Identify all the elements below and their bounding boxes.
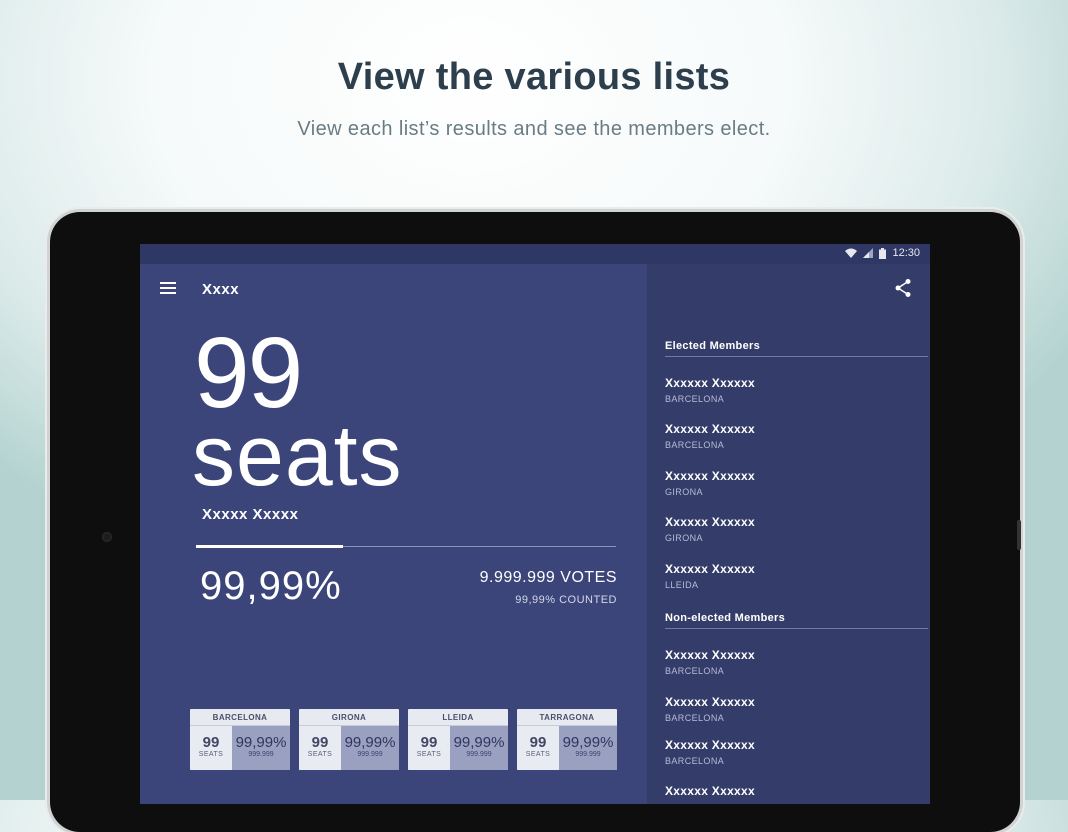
app-screen: 12:30 Xxxx 99 seats Xxxxx Xxxxx 99,99% 9… — [140, 244, 930, 804]
member-city: GIRONA — [665, 487, 703, 497]
member-name: Xxxxxx Xxxxxx — [665, 422, 755, 436]
region-seats-label: SEATS — [198, 751, 224, 758]
members-panel: Elected Members Xxxxxx Xxxxxx BARCELONA X… — [647, 264, 930, 804]
list-item[interactable]: Xxxxxx Xxxxxx BARCELONA — [665, 648, 755, 676]
region-seats: 99 — [202, 734, 220, 751]
region-name: LLEIDA — [408, 709, 508, 726]
non-elected-members-heading: Non-elected Members — [665, 612, 786, 624]
region-seats-label: SEATS — [307, 751, 333, 758]
list-item[interactable]: Xxxxxx Xxxxxx GIRONA — [665, 515, 755, 543]
list-name: Xxxxx Xxxxx — [202, 506, 299, 523]
region-votes: 999.999 — [466, 751, 492, 758]
region-percent: 99,99% — [453, 734, 505, 751]
seats-label: seats — [192, 408, 403, 504]
region-seats: 99 — [529, 734, 547, 751]
region-seats: 99 — [311, 734, 329, 751]
vote-total: 9.999.999 VOTES — [479, 569, 617, 586]
counted-percent: 99,99% COUNTED — [515, 594, 617, 606]
menu-icon[interactable] — [160, 282, 176, 294]
vote-percent: 99,99% — [200, 564, 342, 608]
count-progress-fill — [196, 545, 343, 548]
member-name: Xxxxxx Xxxxxx — [665, 784, 755, 798]
member-city: BARCELONA — [665, 394, 725, 404]
region-seats: 99 — [420, 734, 438, 751]
region-card-tarragona[interactable]: TARRAGONA 99 SEATS 99,99% 999.999 — [517, 709, 617, 770]
member-name: Xxxxxx Xxxxxx — [665, 376, 755, 390]
region-percent: 99,99% — [562, 734, 614, 751]
member-city: BARCELONA — [665, 666, 725, 676]
signal-icon — [863, 248, 874, 258]
region-seats-label: SEATS — [416, 751, 442, 758]
region-seats-label: SEATS — [525, 751, 551, 758]
list-item[interactable]: Xxxxxx Xxxxxx BARCELONA — [665, 695, 755, 723]
battery-icon — [879, 247, 887, 259]
share-icon[interactable] — [894, 278, 912, 298]
elected-members-heading: Elected Members — [665, 340, 760, 352]
tablet-power-button — [270, 207, 380, 211]
member-name: Xxxxxx Xxxxxx — [665, 469, 755, 483]
member-city: LLEIDA — [665, 580, 699, 590]
member-name: Xxxxxx Xxxxxx — [665, 562, 755, 576]
region-card-lleida[interactable]: LLEIDA 99 SEATS 99,99% 999.999 — [408, 709, 508, 770]
region-percent: 99,99% — [235, 734, 287, 751]
member-name: Xxxxxx Xxxxxx — [665, 515, 755, 529]
list-item[interactable]: Xxxxxx Xxxxxx BARCELONA — [665, 376, 755, 404]
tablet-side-button — [1017, 520, 1021, 550]
region-card-girona[interactable]: GIRONA 99 SEATS 99,99% 999.999 — [299, 709, 399, 770]
member-city: BARCELONA — [665, 440, 725, 450]
region-name: TARRAGONA — [517, 709, 617, 726]
divider — [665, 356, 928, 357]
promo-headline: View the various lists — [337, 56, 731, 98]
member-city: GIRONA — [665, 533, 703, 543]
member-name: Xxxxxx Xxxxxx — [665, 695, 755, 709]
seats-number: 99 — [194, 317, 303, 429]
member-name: Xxxxxx Xxxxxx — [665, 648, 755, 662]
camera-icon — [102, 532, 112, 542]
list-item[interactable]: Xxxxxx Xxxxxx — [665, 784, 755, 802]
region-percent: 99,99% — [344, 734, 396, 751]
app-title: Xxxx — [202, 281, 240, 298]
member-name: Xxxxxx Xxxxxx — [665, 738, 755, 752]
region-votes: 999.999 — [248, 751, 274, 758]
count-progress-bar — [196, 545, 616, 548]
status-time: 12:30 — [892, 247, 920, 259]
wifi-icon — [845, 248, 858, 258]
region-votes: 999.999 — [575, 751, 601, 758]
region-name: BARCELONA — [190, 709, 290, 726]
promo-subline: View each list’s results and see the mem… — [297, 118, 771, 140]
list-item[interactable]: Xxxxxx Xxxxxx BARCELONA — [665, 422, 755, 450]
list-results-panel: Xxxx 99 seats Xxxxx Xxxxx 99,99% 9.999.9… — [140, 264, 647, 804]
list-item[interactable]: Xxxxxx Xxxxxx GIRONA — [665, 469, 755, 497]
tablet-volume-button — [198, 207, 240, 211]
region-card-barcelona[interactable]: BARCELONA 99 SEATS 99,99% 999.999 — [190, 709, 290, 770]
member-city: BARCELONA — [665, 756, 725, 766]
region-name: GIRONA — [299, 709, 399, 726]
region-votes: 999.999 — [357, 751, 383, 758]
member-city: BARCELONA — [665, 713, 725, 723]
region-cards: BARCELONA 99 SEATS 99,99% 999.999 GIRONA 9… — [190, 709, 617, 770]
list-item[interactable]: Xxxxxx Xxxxxx LLEIDA — [665, 562, 755, 590]
divider — [665, 628, 928, 629]
status-bar: 12:30 — [140, 244, 930, 264]
list-item[interactable]: Xxxxxx Xxxxxx BARCELONA — [665, 738, 755, 766]
